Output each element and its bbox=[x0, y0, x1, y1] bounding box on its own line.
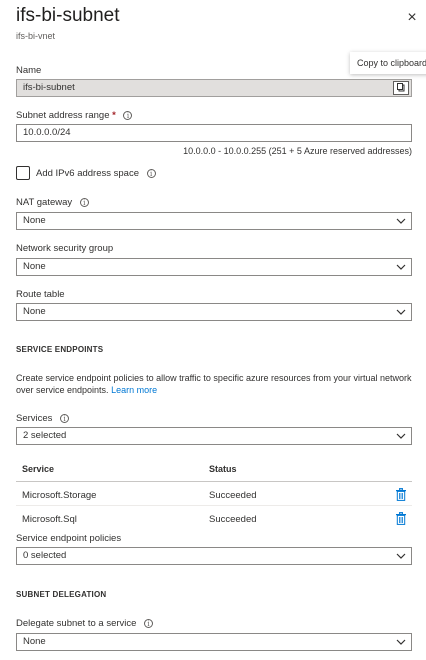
table-cell-status: Succeeded bbox=[209, 514, 257, 525]
ipv6-checkbox[interactable] bbox=[16, 166, 30, 180]
ipv6-label: Add IPv6 address space i bbox=[36, 168, 156, 179]
panel-subtitle: ifs-bi-vnet bbox=[16, 31, 56, 41]
table-row-divider bbox=[16, 505, 412, 506]
delete-icon[interactable] bbox=[395, 512, 407, 525]
nsg-select[interactable]: None bbox=[16, 258, 412, 276]
name-label: Name bbox=[16, 65, 42, 76]
route-table-label: Route table bbox=[16, 289, 65, 300]
delegation-label: Delegate subnet to a service i bbox=[16, 618, 154, 629]
copy-tooltip: Copy to clipboard bbox=[350, 52, 426, 74]
info-icon[interactable]: i bbox=[79, 198, 89, 207]
info-icon[interactable]: i bbox=[146, 169, 156, 178]
nsg-label: Network security group bbox=[16, 243, 114, 254]
nat-gateway-select[interactable]: None bbox=[16, 212, 412, 230]
table-header-divider bbox=[16, 481, 412, 482]
info-icon[interactable]: i bbox=[144, 619, 154, 628]
service-endpoints-description: Create service endpoint policies to allo… bbox=[16, 373, 412, 395]
copy-button[interactable] bbox=[393, 81, 409, 95]
learn-more-link[interactable]: Learn more bbox=[111, 385, 157, 395]
chevron-down-icon bbox=[396, 433, 406, 439]
service-endpoints-heading: SERVICE ENDPOINTS bbox=[16, 345, 104, 354]
table-cell-service: Microsoft.Sql bbox=[22, 514, 77, 525]
policies-label: Service endpoint policies bbox=[16, 533, 122, 544]
chevron-down-icon bbox=[396, 264, 406, 270]
column-header-service: Service bbox=[22, 464, 55, 474]
chevron-down-icon bbox=[396, 639, 406, 645]
name-value: ifs-bi-subnet bbox=[23, 82, 75, 93]
name-field: ifs-bi-subnet bbox=[16, 79, 412, 97]
panel-title: ifs-bi-subnet bbox=[16, 5, 120, 26]
table-cell-status: Succeeded bbox=[209, 490, 257, 501]
chevron-down-icon bbox=[396, 218, 406, 224]
delegation-select[interactable]: None bbox=[16, 633, 412, 651]
info-icon[interactable]: i bbox=[123, 111, 133, 120]
services-label: Services i bbox=[16, 413, 70, 424]
address-range-input[interactable]: 10.0.0.0/24 bbox=[16, 124, 412, 142]
route-table-select[interactable]: None bbox=[16, 303, 412, 321]
subnet-delegation-heading: SUBNET DELEGATION bbox=[16, 590, 107, 599]
close-icon[interactable]: × bbox=[402, 8, 422, 28]
column-header-status: Status bbox=[209, 464, 237, 474]
copy-icon bbox=[397, 83, 405, 92]
policies-select[interactable]: 0 selected bbox=[16, 547, 412, 565]
chevron-down-icon bbox=[396, 553, 406, 559]
info-icon[interactable]: i bbox=[60, 414, 70, 423]
address-range-hint: 10.0.0.0 - 10.0.0.255 (251 + 5 Azure res… bbox=[183, 146, 412, 156]
chevron-down-icon bbox=[396, 309, 406, 315]
services-select[interactable]: 2 selected bbox=[16, 427, 412, 445]
required-marker: * bbox=[112, 110, 116, 121]
table-cell-service: Microsoft.Storage bbox=[22, 490, 97, 501]
address-range-label: Subnet address range * i bbox=[16, 110, 133, 121]
delete-icon[interactable] bbox=[395, 488, 407, 501]
nat-gateway-label: NAT gateway i bbox=[16, 197, 89, 208]
